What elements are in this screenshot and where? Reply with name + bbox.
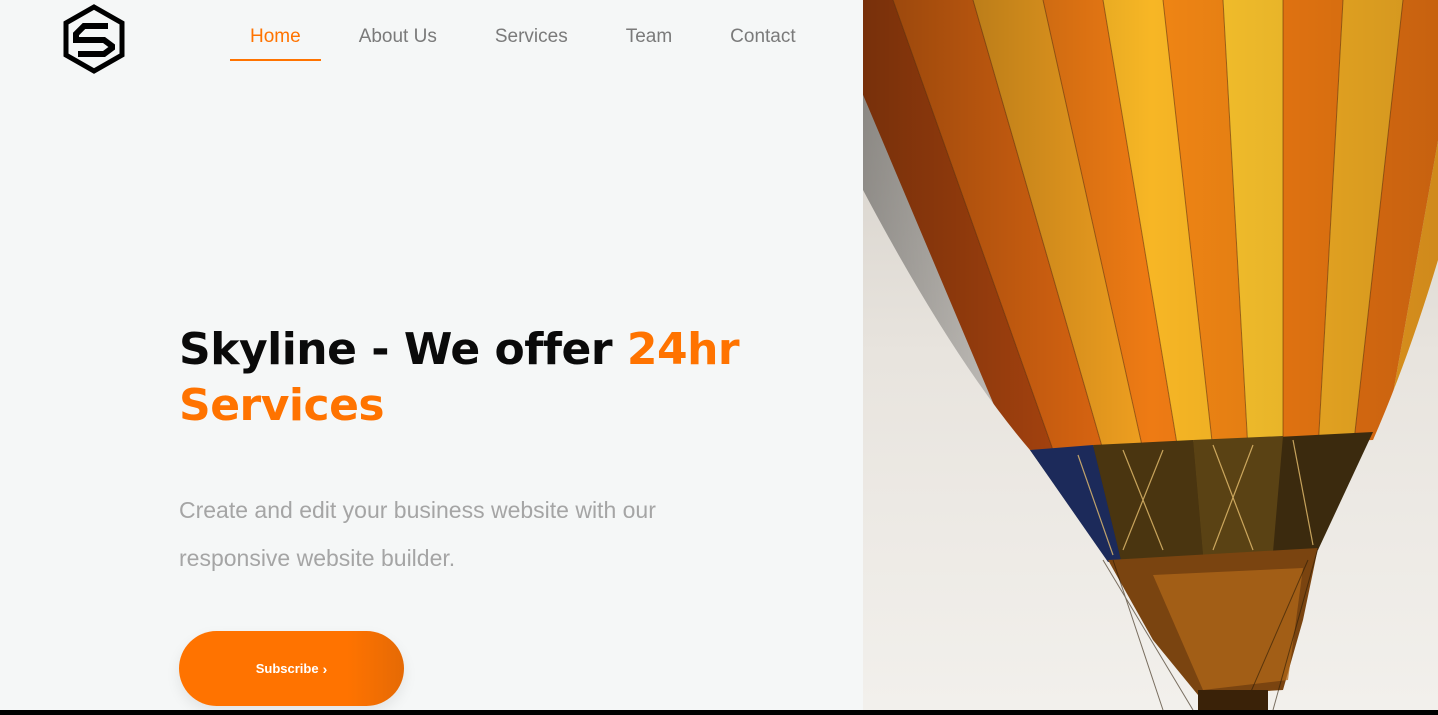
chevron-right-icon: › [322,660,328,677]
hot-air-balloon-illustration [863,0,1438,710]
hero-panel: Home About Us Services Team Contact Skyl… [0,0,863,710]
main-nav: Home About Us Services Team Contact [230,18,796,61]
subscribe-button-label: Subscribe [255,661,319,676]
hero-title-main: Skyline - We offer [179,324,627,375]
nav-services[interactable]: Services [495,18,568,59]
hot-air-balloon-image [863,0,1438,710]
subscribe-button[interactable]: Subscribe › [179,631,404,706]
nav-team[interactable]: Team [626,18,672,59]
skyline-logo-icon [63,4,125,74]
landing-page: Home About Us Services Team Contact Skyl… [0,0,1438,710]
hero-title: Skyline - We offer 24hr Services [179,322,779,434]
brand-logo[interactable] [62,4,126,74]
nav-about-us[interactable]: About Us [359,18,437,59]
hero-subtitle: Create and edit your business website wi… [179,497,656,571]
nav-home[interactable]: Home [230,18,321,61]
nav-contact[interactable]: Contact [730,18,795,59]
